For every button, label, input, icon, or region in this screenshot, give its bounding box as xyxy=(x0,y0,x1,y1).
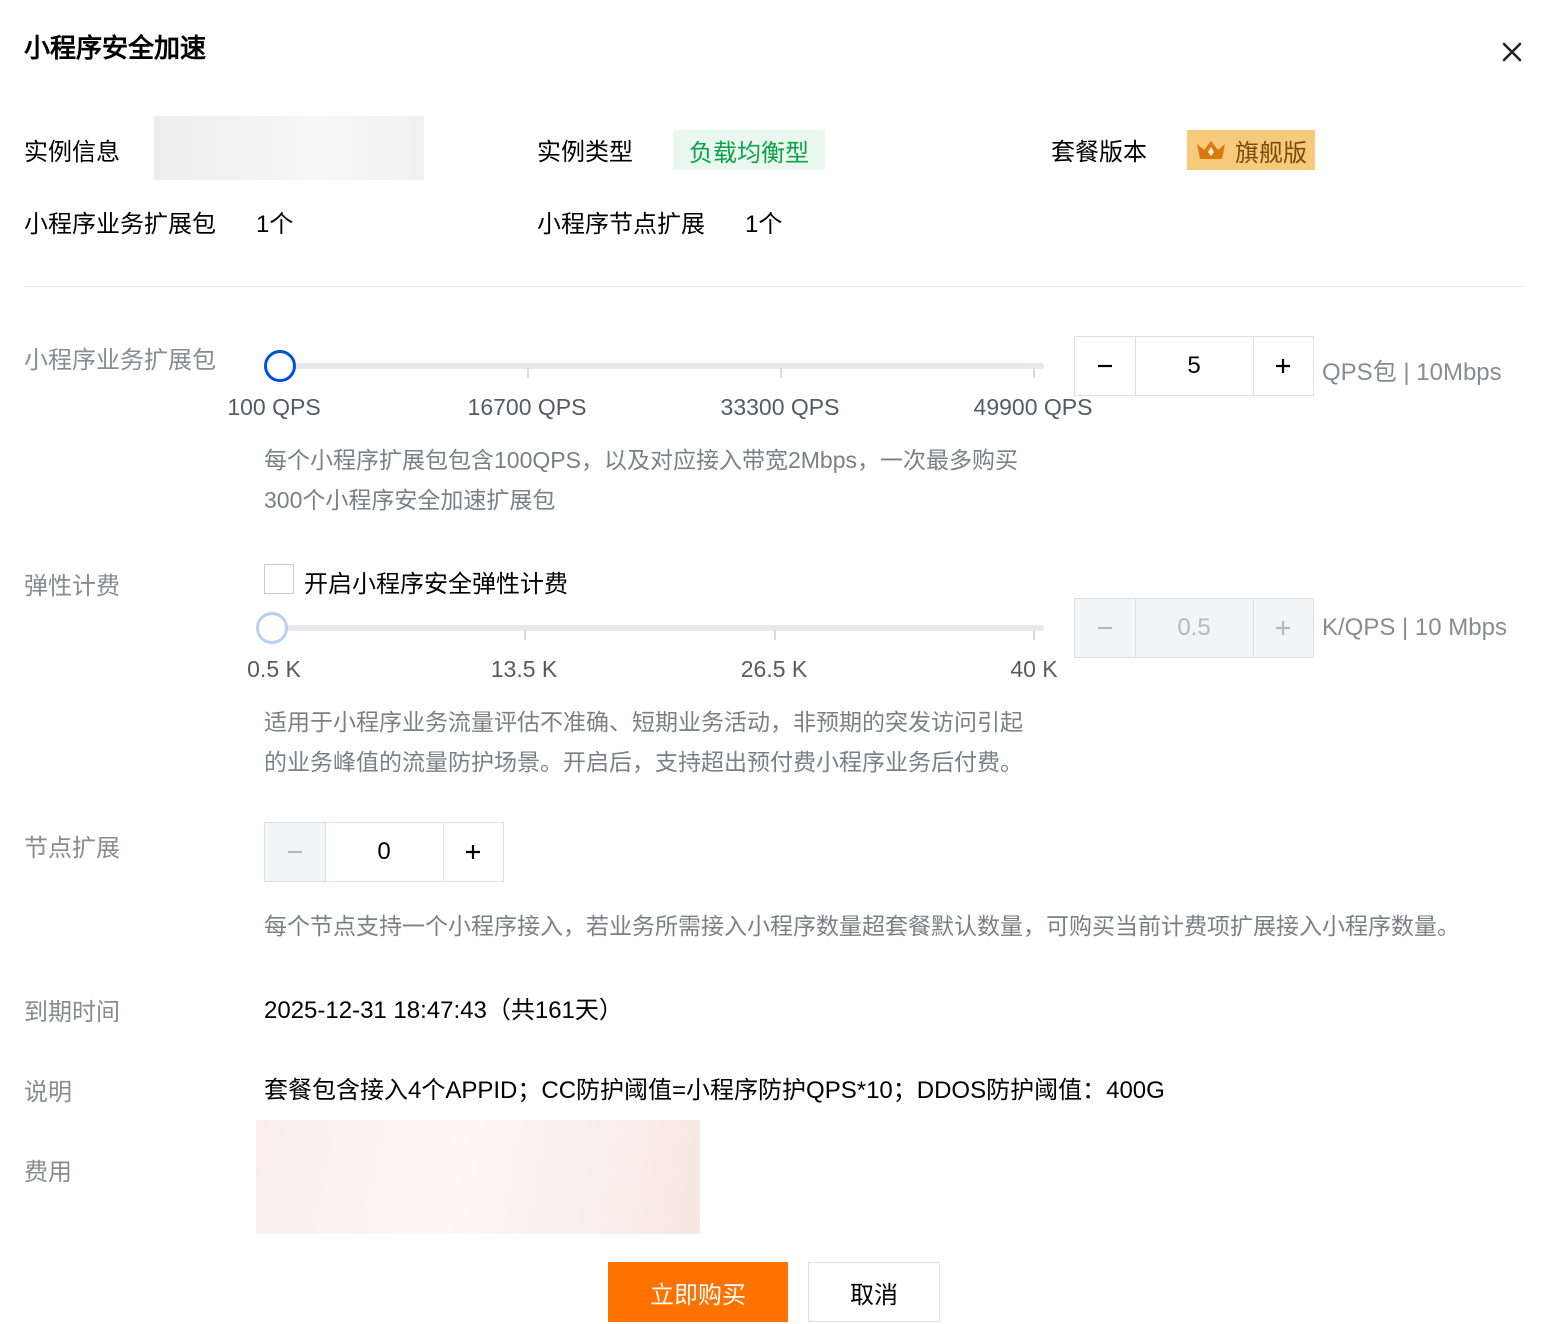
instance-info-label: 实例信息 xyxy=(24,139,120,166)
elastic-tick-label: 40 K xyxy=(1010,656,1058,682)
biz-pack-tick-label: 16700 QPS xyxy=(467,394,587,420)
instance-info-value-redacted xyxy=(154,116,424,180)
node-ext-desc: 每个节点支持一个小程序接入，若业务所需接入小程序数量超套餐默认数量，可购买当前计… xyxy=(264,913,1460,939)
minus-icon[interactable] xyxy=(265,823,325,881)
elastic-billing-checkbox-label[interactable]: 开启小程序安全弹性计费 xyxy=(304,564,568,599)
plan-version-value: 旗舰版 xyxy=(1235,139,1307,167)
biz-pack-tick-label: 100 QPS xyxy=(227,394,321,420)
elastic-desc-line2: 的业务峰值的流量防护场景。开启后，支持超出预付费小程序业务后付费。 xyxy=(264,749,1023,775)
biz-pack-desc-line2: 300个小程序安全加速扩展包 xyxy=(264,487,556,513)
section-divider xyxy=(24,286,1524,287)
node-ext-info-value: 1个 xyxy=(745,211,783,238)
minus-icon[interactable] xyxy=(1075,599,1135,657)
elastic-desc-line1: 适用于小程序业务流量评估不准确、短期业务活动，非预期的突发访问引起 xyxy=(264,709,1023,735)
elastic-slider-track[interactable] xyxy=(272,625,1044,631)
buy-now-button[interactable]: 立即购买 xyxy=(608,1262,788,1322)
plan-version-tag: 旗舰版 xyxy=(1187,130,1315,170)
plus-icon[interactable] xyxy=(1254,337,1314,395)
close-icon[interactable] xyxy=(1498,38,1526,66)
elastic-tick-label: 13.5 K xyxy=(490,656,558,682)
biz-pack-stepper: 5 xyxy=(1074,336,1314,396)
fee-value-redacted xyxy=(256,1120,700,1234)
biz-pack-quantity-input[interactable]: 5 xyxy=(1134,337,1254,395)
elastic-billing-checkbox[interactable] xyxy=(264,564,294,594)
biz-pack-label: 小程序业务扩展包 xyxy=(24,347,216,374)
plan-version-label: 套餐版本 xyxy=(1051,139,1147,166)
node-ext-quantity-input[interactable]: 0 xyxy=(324,823,444,881)
biz-pack-tick-label: 33300 QPS xyxy=(720,394,840,420)
biz-pack-slider-thumb[interactable] xyxy=(264,350,296,382)
node-ext-label: 节点扩展 xyxy=(24,835,120,862)
instance-type-tag: 负载均衡型 xyxy=(673,130,825,170)
dialog-title: 小程序安全加速 xyxy=(24,33,207,63)
fee-label: 费用 xyxy=(24,1159,72,1186)
cancel-button[interactable]: 取消 xyxy=(808,1262,940,1322)
elastic-unit: K/QPS | 10 Mbps xyxy=(1322,614,1507,641)
elastic-slider-thumb[interactable] xyxy=(256,612,288,644)
slider-tick xyxy=(524,630,526,640)
elastic-quantity-input[interactable]: 0.5 xyxy=(1134,599,1254,657)
biz-pack-unit: QPS包 | 10Mbps xyxy=(1322,359,1502,386)
elastic-stepper: 0.5 xyxy=(1074,598,1314,658)
expiry-label: 到期时间 xyxy=(24,999,120,1026)
elastic-billing-label: 弹性计费 xyxy=(24,573,120,600)
biz-pack-desc-line1: 每个小程序扩展包包含100QPS，以及对应接入带宽2Mbps，一次最多购买 xyxy=(264,447,1018,473)
biz-pack-info-label: 小程序业务扩展包 xyxy=(24,211,216,238)
instance-type-label: 实例类型 xyxy=(537,139,633,166)
note-label: 说明 xyxy=(24,1079,72,1106)
node-ext-stepper: 0 xyxy=(264,822,504,882)
note-value: 套餐包含接入4个APPID；CC防护阈值=小程序防护QPS*10；DDOS防护阈… xyxy=(264,1077,1165,1104)
biz-pack-slider-track[interactable] xyxy=(272,363,1044,369)
slider-tick xyxy=(774,630,776,640)
slider-tick xyxy=(780,368,782,378)
node-ext-info-label: 小程序节点扩展 xyxy=(537,211,705,238)
biz-pack-tick-label: 49900 QPS xyxy=(973,394,1093,420)
plus-icon[interactable] xyxy=(1254,599,1314,657)
elastic-tick-label: 0.5 K xyxy=(247,656,301,682)
elastic-tick-label: 26.5 K xyxy=(740,656,808,682)
minus-icon[interactable] xyxy=(1075,337,1135,395)
biz-pack-info-value: 1个 xyxy=(256,211,294,238)
slider-tick xyxy=(1033,368,1035,378)
crown-icon xyxy=(1197,141,1225,159)
expiry-value: 2025-12-31 18:47:43（共161天） xyxy=(264,997,623,1024)
slider-tick xyxy=(527,368,529,378)
plus-icon[interactable] xyxy=(444,823,504,881)
slider-tick xyxy=(1033,630,1035,640)
